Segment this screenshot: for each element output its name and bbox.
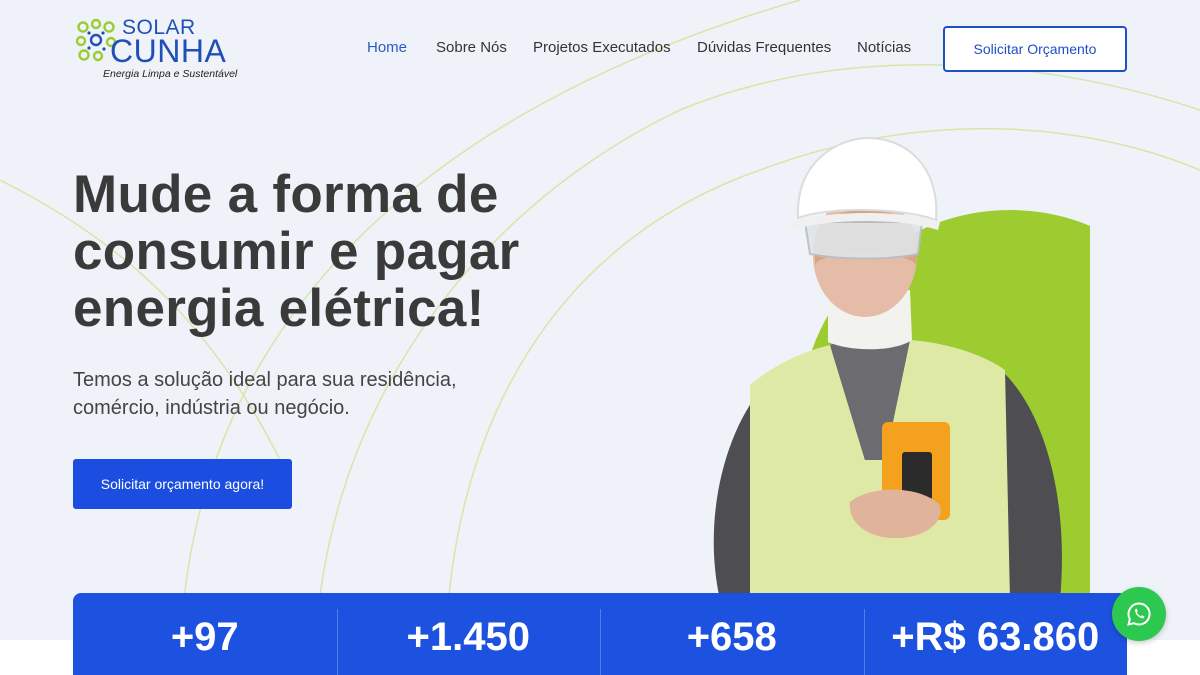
stat-item: +658 — [600, 593, 864, 675]
logo-tagline: Energia Limpa e Sustentável — [103, 68, 238, 80]
nav-duvidas-frequentes[interactable]: Dúvidas Frequentes — [697, 38, 831, 58]
hero-title: Mude a forma de consumir e pagar energia… — [73, 166, 633, 337]
stat-value: +1.450 — [406, 615, 530, 659]
hero-subtitle-line: Temos a solução ideal para sua residênci… — [73, 369, 457, 391]
hero-title-line: energia elétrica! — [73, 279, 485, 338]
stat-value: +97 — [170, 615, 239, 659]
stat-value: +658 — [686, 615, 777, 659]
nav-projetos-executados[interactable]: Projetos Executados — [533, 38, 671, 58]
nav-noticias[interactable]: Notícias — [857, 38, 911, 58]
logo-text-cunha: CUNHA — [110, 33, 227, 69]
hero-title-line: consumir e pagar — [73, 222, 520, 281]
request-quote-button[interactable]: Solicitar Orçamento — [943, 26, 1127, 72]
stats-bar: +97 +1.450 +658 +R$ 63.860 — [73, 593, 1127, 675]
stat-item: +97 — [73, 593, 337, 675]
stat-value: +R$ 63.860 — [891, 615, 1100, 659]
whatsapp-icon — [1127, 602, 1151, 626]
worker-goggles — [803, 221, 924, 260]
whatsapp-button[interactable] — [1112, 587, 1166, 641]
hero-subtitle: Temos a solução ideal para sua residênci… — [73, 366, 493, 422]
nav-sobre-nos[interactable]: Sobre Nós — [436, 38, 507, 58]
stat-item: +1.450 — [336, 593, 601, 675]
worker-helmet — [796, 136, 938, 222]
hero-title-line: Mude a forma de — [73, 165, 499, 224]
stat-item: +R$ 63.860 — [863, 593, 1128, 675]
nav-home[interactable]: Home — [367, 38, 407, 58]
hero-subtitle-line: comércio, indústria ou negócio. — [73, 397, 350, 419]
worker-photo — [713, 136, 1090, 600]
request-quote-now-button[interactable]: Solicitar orçamento agora! — [73, 459, 292, 509]
site-header: SOLAR CUNHA Energia Limpa e Sustentável … — [0, 0, 1200, 96]
logo[interactable]: SOLAR CUNHA Energia Limpa e Sustentável — [74, 16, 244, 86]
